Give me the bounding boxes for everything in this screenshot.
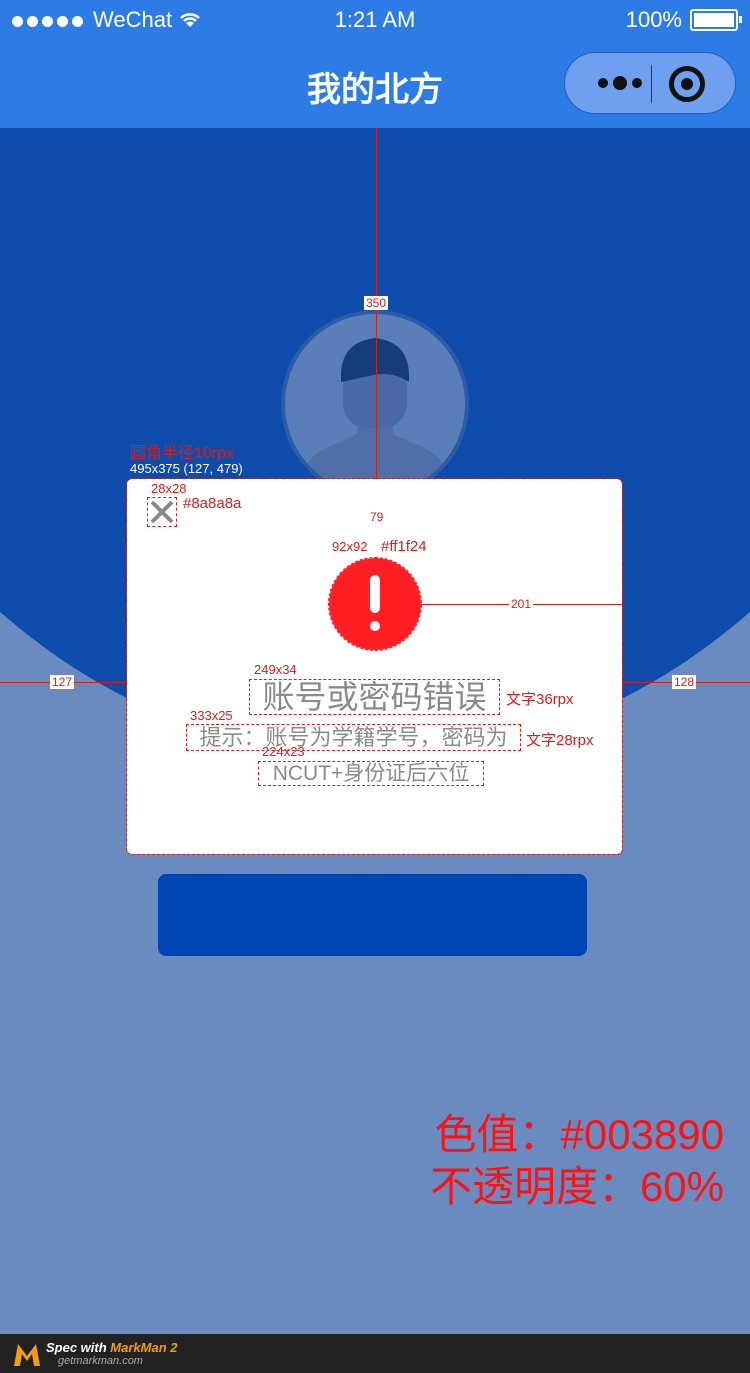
- exit-miniprogram-icon[interactable]: [669, 66, 705, 102]
- markman-footer: Spec with MarkMan 2 getmarkman.com: [0, 1334, 750, 1373]
- radius-annotation: 圆角半径10rpx: [130, 445, 235, 462]
- overlay-color-note: 色值：#003890: [434, 1111, 724, 1158]
- distance-left-label: 127: [50, 675, 75, 689]
- user-avatar: [281, 310, 469, 498]
- dialog-title: 账号或密码错误: [249, 679, 500, 715]
- navigation-bar: 我的北方: [0, 40, 750, 128]
- close-icon[interactable]: [147, 497, 177, 527]
- miniprogram-capsule: [564, 52, 736, 114]
- capsule-divider: [651, 65, 652, 103]
- status-right: 100%: [625, 7, 742, 33]
- markman-logo-icon: [14, 1344, 40, 1366]
- battery-icon: [690, 9, 742, 31]
- footer-site: getmarkman.com: [58, 1355, 143, 1367]
- dialog-hint-line1: 提示：账号为学籍学号，密码为: [186, 724, 521, 751]
- status-bar: WeChat 1:21 AM 100%: [0, 0, 750, 40]
- alert-color-annotation: #ff1f24: [381, 538, 427, 555]
- distance-icon-right-label: 201: [509, 597, 534, 611]
- dialog-hint-line2: NCUT+身份证后六位: [258, 761, 484, 786]
- distance-right-label: 128: [672, 675, 697, 689]
- footer-spec-text: Spec with MarkMan 2: [46, 1340, 178, 1355]
- footer-prefix: Spec with: [46, 1340, 111, 1355]
- distance-gap-label: 79: [368, 510, 386, 524]
- warning-icon: [328, 557, 422, 651]
- overlay-opacity-note: 不透明度：60%: [429, 1163, 724, 1210]
- title-font-annotation: 文字36rpx: [506, 691, 574, 708]
- distance-top-label: 350: [364, 296, 389, 310]
- footer-brand: MarkMan 2: [110, 1340, 178, 1355]
- hint-size-annotation: 333x25: [190, 708, 233, 723]
- close-color-annotation: #8a8a8a: [183, 495, 242, 512]
- more-menu-icon[interactable]: [587, 63, 653, 103]
- login-button[interactable]: [158, 874, 587, 956]
- hint2-size-annotation: 224x23: [262, 744, 305, 759]
- alert-size-annotation: 92x92: [332, 539, 368, 554]
- hint-font-annotation: 文字28rpx: [526, 732, 594, 749]
- dialog-size-annotation: 495x375 (127, 479): [130, 461, 243, 476]
- battery-label: 100%: [625, 7, 682, 32]
- title-size-annotation: 249x34: [254, 662, 297, 677]
- close-size-annotation: 28x28: [151, 481, 187, 496]
- person-icon: [305, 338, 445, 494]
- error-dialog: 账号或密码错误 提示：账号为学籍学号，密码为 NCUT+身份证后六位: [126, 478, 623, 855]
